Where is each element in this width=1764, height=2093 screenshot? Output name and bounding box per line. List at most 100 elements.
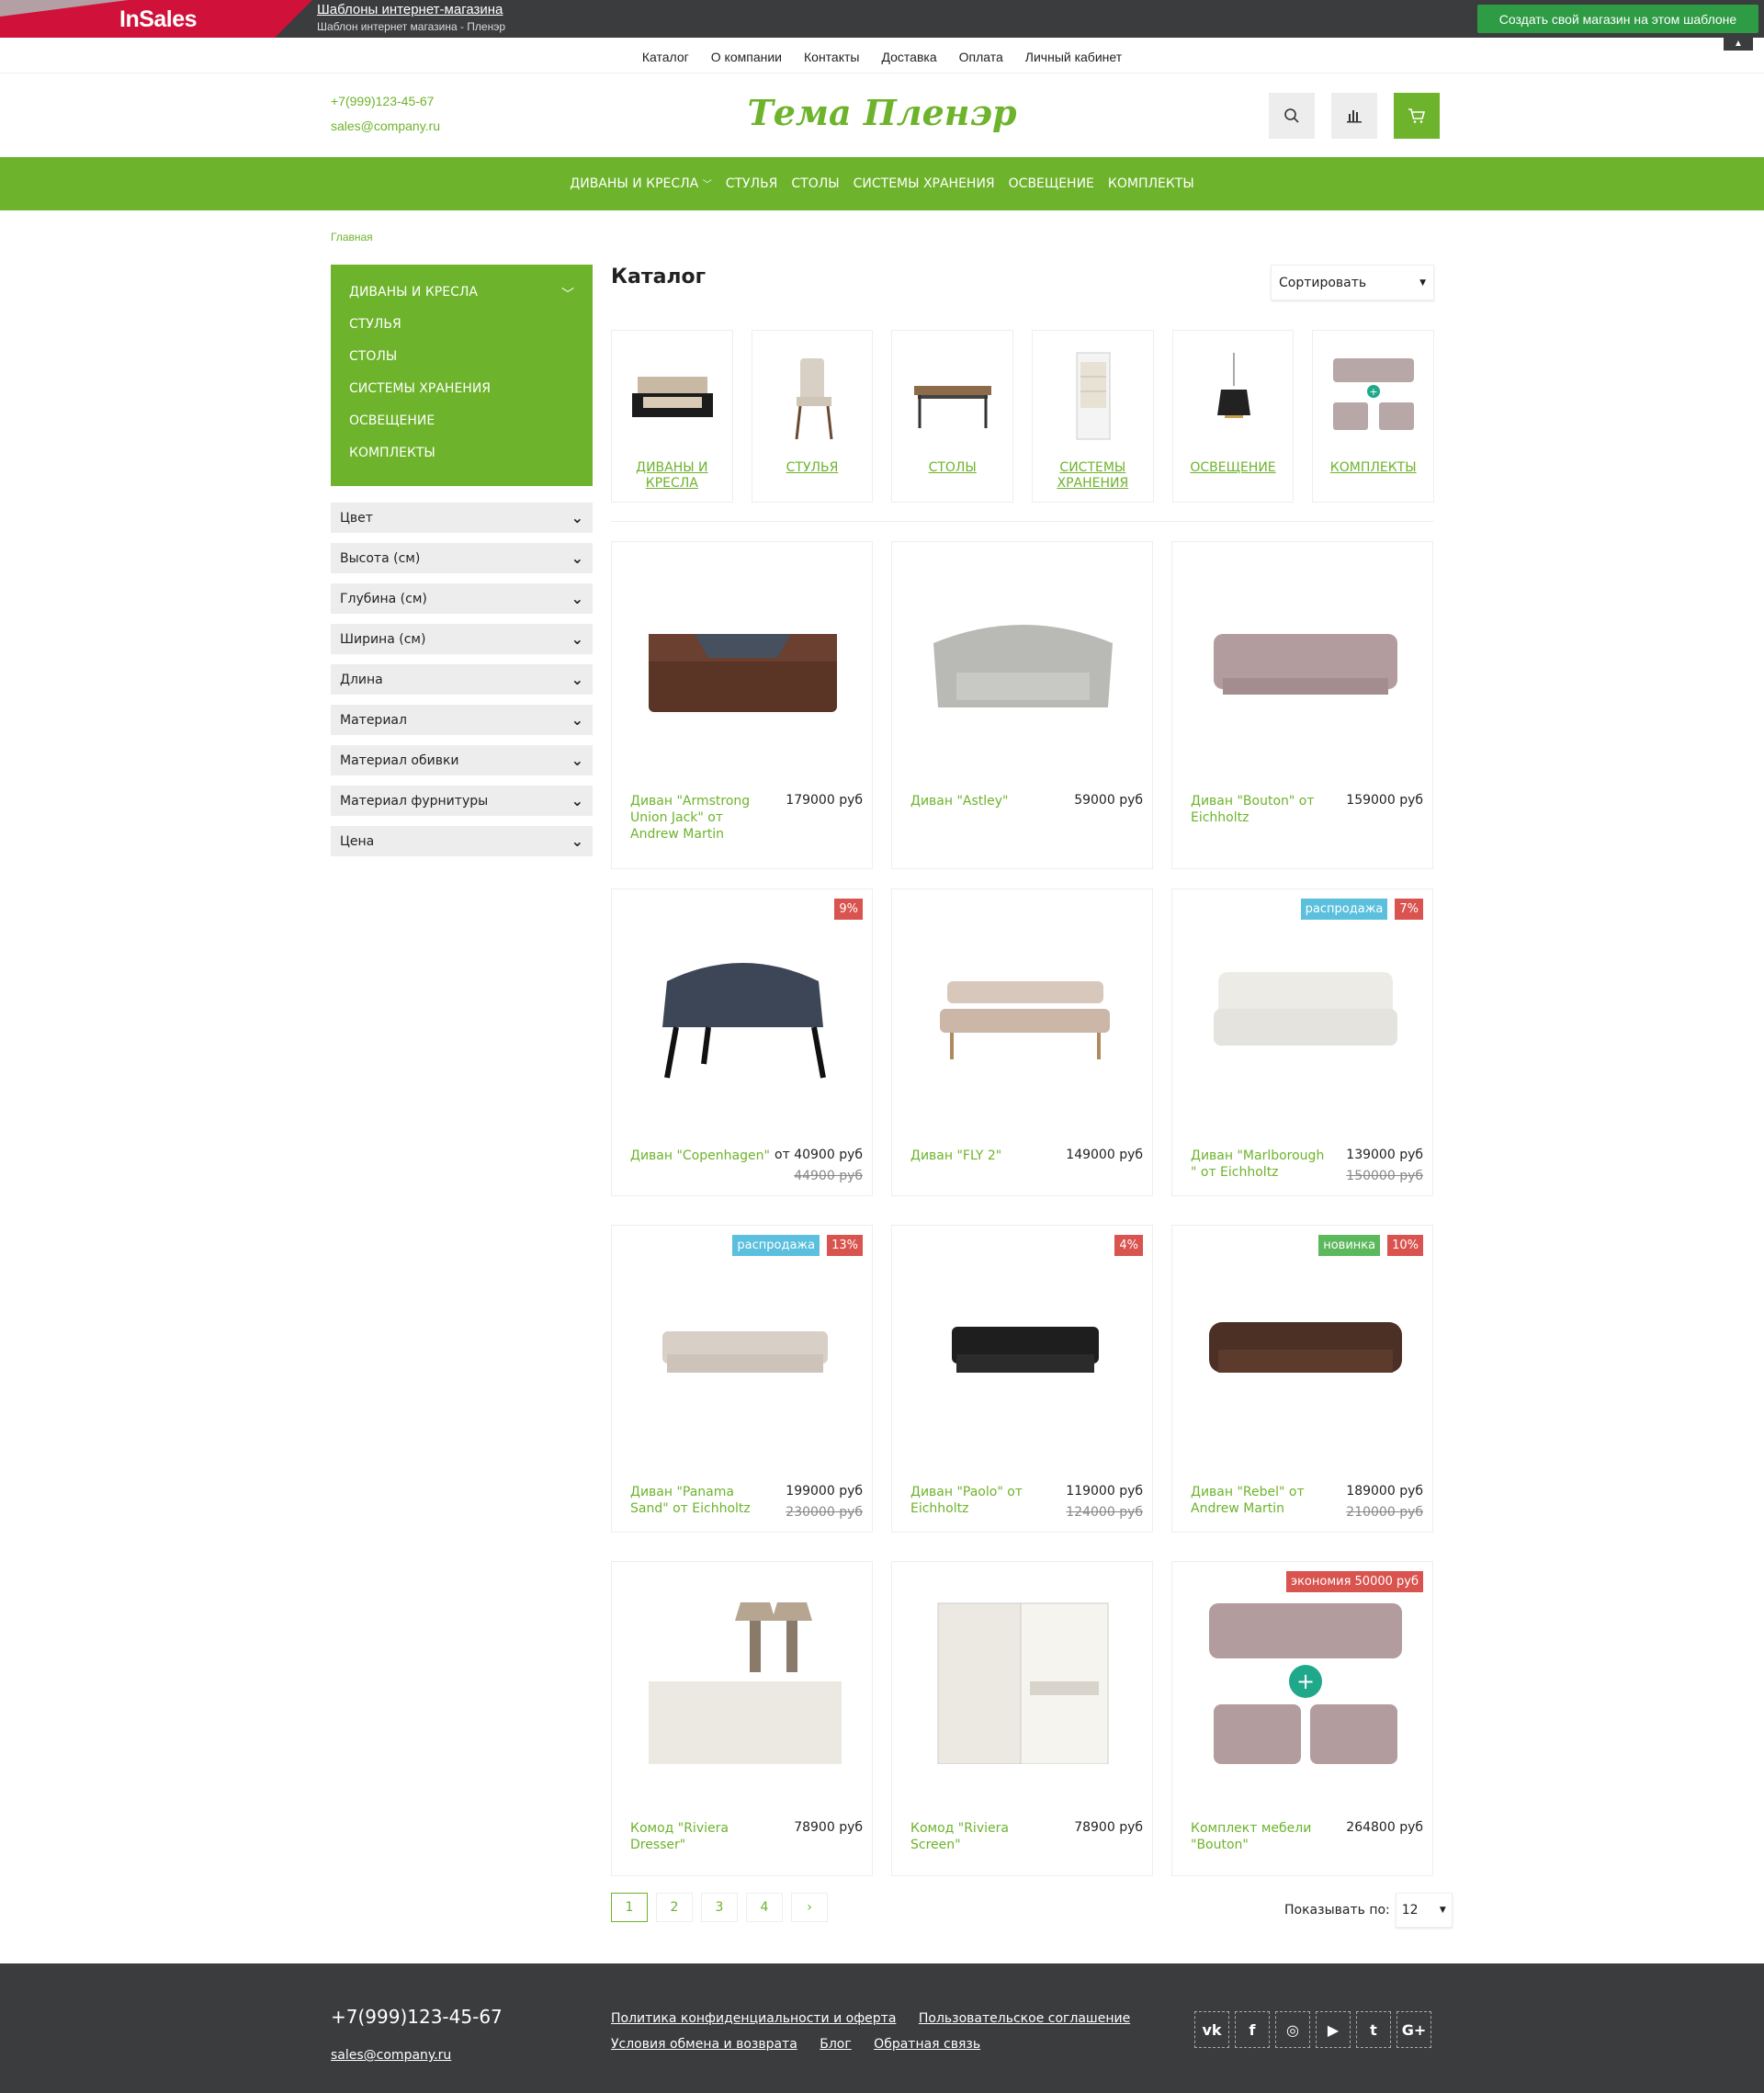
category-label[interactable]: Стулья <box>757 460 868 476</box>
footer-link-privacy[interactable]: Политика конфиденциальности и оферта <box>611 2011 896 2026</box>
product-name[interactable]: Диван "Bouton" от Eichholtz <box>1191 793 1333 826</box>
vk-icon[interactable]: vk <box>1194 2011 1229 2048</box>
page-2[interactable]: 2 <box>656 1893 693 1922</box>
topnav-delivery[interactable]: Доставка <box>881 50 936 64</box>
product-image[interactable] <box>630 570 855 744</box>
product-name[interactable]: Диван "Armstrong Union Jack" от Andrew M… <box>630 793 773 843</box>
filter-width[interactable]: Ширина (см) ⌄ <box>331 624 593 654</box>
product-card[interactable]: Диван "Rebel" от Andrew Martin 189000 руб… <box>1171 1225 1433 1533</box>
google-plus-icon[interactable]: G+ <box>1396 2011 1431 2048</box>
product-card[interactable]: Диван "Panama Sand" от Eichholtz 199000 р… <box>611 1225 873 1533</box>
product-name[interactable]: Диван "Rebel" от Andrew Martin <box>1191 1484 1333 1517</box>
filter-height[interactable]: Высота (см) ⌄ <box>331 543 593 573</box>
sidebar-item-tables[interactable]: Столы <box>349 347 574 379</box>
category-tile-sofas[interactable]: Диваны и кресла <box>611 330 733 503</box>
per-page-select[interactable]: 12 ▼ <box>1395 1893 1453 1928</box>
product-image[interactable] <box>910 1590 1136 1764</box>
footer-link-returns[interactable]: Условия обмена и возврата <box>611 2037 797 2052</box>
chevron-down-icon[interactable]: ﹀ <box>561 285 574 303</box>
product-name[interactable]: Диван "Astley" <box>910 793 1053 809</box>
menu-lighting[interactable]: Освещение <box>1009 176 1094 191</box>
sidebar-item-sofas[interactable]: Диваны и кресла <box>349 283 574 315</box>
product-card[interactable]: Диван "FLY 2" 149000 руб <box>891 888 1153 1196</box>
topnav-contacts[interactable]: Контакты <box>804 50 859 64</box>
category-label[interactable]: Диваны и кресла <box>616 460 728 492</box>
product-card[interactable]: Диван "Bouton" от Eichholtz 159000 руб <box>1171 541 1433 869</box>
breadcrumb-home[interactable]: Главная <box>331 231 373 243</box>
menu-sofas[interactable]: Диваны и кресла ﹀ <box>570 176 711 191</box>
compare-button[interactable] <box>1331 93 1377 139</box>
product-image[interactable] <box>630 1590 855 1764</box>
search-button[interactable] <box>1269 93 1315 139</box>
templates-link[interactable]: Шаблоны интернет-магазина <box>317 2 503 17</box>
product-image[interactable]: + <box>1191 1590 1416 1764</box>
twitter-icon[interactable]: t <box>1356 2011 1391 2048</box>
topnav-account[interactable]: Личный кабинет <box>1025 50 1122 64</box>
product-name[interactable]: Диван "FLY 2" <box>910 1148 1053 1164</box>
cart-button[interactable] <box>1394 93 1440 139</box>
product-image[interactable] <box>630 1253 855 1428</box>
site-logo[interactable]: Тема Пленэр <box>0 92 1764 133</box>
category-label[interactable]: Системы хранения <box>1037 460 1148 492</box>
youtube-icon[interactable]: ▶ <box>1316 2011 1351 2048</box>
sidebar-item-chairs[interactable]: Стулья <box>349 315 574 347</box>
category-label[interactable]: Освещение <box>1178 460 1289 476</box>
page-1[interactable]: 1 <box>611 1893 648 1922</box>
footer-link-agreement[interactable]: Пользовательское соглашение <box>919 2011 1130 2026</box>
category-tile-sets[interactable]: + Комплекты <box>1312 330 1435 503</box>
product-card[interactable]: Диван "Copenhagen" от 40900 руб 44900 руб 9… <box>611 888 873 1196</box>
product-card[interactable]: Комод "Riviera Dresser" 78900 руб <box>611 1561 873 1876</box>
instagram-icon[interactable]: ◎ <box>1275 2011 1310 2048</box>
product-name[interactable]: Комплект мебели "Bouton" <box>1191 1820 1333 1853</box>
category-label[interactable]: Комплекты <box>1317 460 1429 476</box>
filter-depth[interactable]: Глубина (см) ⌄ <box>331 583 593 614</box>
facebook-icon[interactable]: f <box>1235 2011 1270 2048</box>
page-4[interactable]: 4 <box>746 1893 783 1922</box>
filter-price[interactable]: Цена ⌄ <box>331 826 593 856</box>
filter-length[interactable]: Длина ⌄ <box>331 664 593 695</box>
menu-sets[interactable]: Комплекты <box>1108 176 1194 191</box>
footer-phone[interactable]: +7(999)123-45-67 <box>331 2006 503 2028</box>
create-store-button[interactable]: Создать свой магазин на этом шаблоне <box>1477 5 1758 33</box>
product-card[interactable]: Комод "Riviera Screen" 78900 руб <box>891 1561 1153 1876</box>
product-name[interactable]: Диван "Paolo" от Eichholtz <box>910 1484 1053 1517</box>
footer-email[interactable]: sales@company.ru <box>331 2048 451 2063</box>
product-name[interactable]: Диван "Marlborough " от Eichholtz <box>1191 1148 1333 1181</box>
product-card[interactable]: Диван "Paolo" от Eichholtz 119000 руб 1240… <box>891 1225 1153 1533</box>
menu-tables[interactable]: Столы <box>791 176 839 191</box>
filter-material[interactable]: Материал ⌄ <box>331 705 593 735</box>
sidebar-item-storage[interactable]: Системы хранения <box>349 379 574 412</box>
product-name[interactable]: Диван "Copenhagen" <box>630 1148 773 1164</box>
sort-select[interactable]: Сортировать ▼ <box>1271 265 1434 300</box>
product-name[interactable]: Диван "Panama Sand" от Eichholtz <box>630 1484 773 1517</box>
product-image[interactable] <box>1191 1253 1416 1428</box>
category-tile-storage[interactable]: Системы хранения <box>1032 330 1154 503</box>
filter-upholstery[interactable]: Материал обивки ⌄ <box>331 745 593 775</box>
category-tile-chairs[interactable]: Стулья <box>751 330 874 503</box>
footer-link-blog[interactable]: Блог <box>820 2037 851 2052</box>
category-label[interactable]: Столы <box>897 460 1008 476</box>
sidebar-item-sets[interactable]: Комплекты <box>349 444 574 476</box>
product-image[interactable] <box>630 917 855 1092</box>
topnav-catalog[interactable]: Каталог <box>642 50 689 64</box>
product-card[interactable]: Диван "Marlborough " от Eichholtz 139000 … <box>1171 888 1433 1196</box>
product-name[interactable]: Комод "Riviera Dresser" <box>630 1820 773 1853</box>
footer-link-feedback[interactable]: Обратная связь <box>874 2037 980 2052</box>
topnav-payment[interactable]: Оплата <box>959 50 1003 64</box>
product-image[interactable] <box>910 1253 1136 1428</box>
product-name[interactable]: Комод "Riviera Screen" <box>910 1820 1053 1853</box>
category-tile-tables[interactable]: Столы <box>891 330 1014 503</box>
product-card[interactable]: Диван "Astley" 59000 руб <box>891 541 1153 869</box>
product-image[interactable] <box>910 917 1136 1092</box>
product-image[interactable] <box>1191 917 1416 1092</box>
product-card[interactable]: + Комплект мебели "Bouton" 264800 руб эконо… <box>1171 1561 1433 1876</box>
sidebar-item-lighting[interactable]: Освещение <box>349 412 574 444</box>
category-tile-lighting[interactable]: Освещение <box>1171 330 1295 503</box>
next-page-icon[interactable]: › <box>791 1893 828 1922</box>
menu-chairs[interactable]: Стулья <box>726 176 778 191</box>
insales-logo[interactable]: InSales <box>119 6 198 33</box>
product-image[interactable] <box>1191 570 1416 744</box>
topnav-about[interactable]: О компании <box>711 50 782 64</box>
filter-fittings[interactable]: Материал фурнитуры ⌄ <box>331 786 593 816</box>
page-3[interactable]: 3 <box>701 1893 738 1922</box>
